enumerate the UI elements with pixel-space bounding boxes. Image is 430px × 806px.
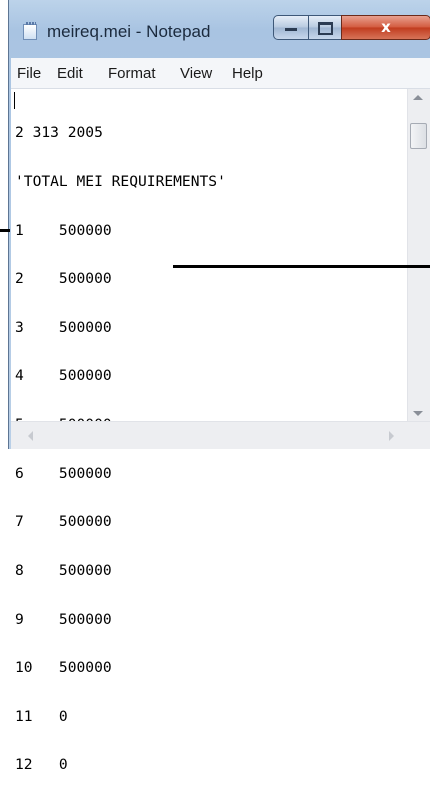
minimize-icon [285,28,297,31]
menu-format[interactable]: Format [108,65,156,82]
menu-file[interactable]: File [17,65,41,82]
menu-help[interactable]: Help [232,65,263,82]
document-line: 10 500000 [15,659,112,677]
document-line: 'TOTAL MEI REQUIREMENTS' [15,173,226,191]
document-line: 8 500000 [15,561,112,579]
document-line: 9 500000 [15,610,112,628]
callout-line-left [0,229,10,232]
document-text[interactable]: 2 313 2005 'TOTAL MEI REQUIREMENTS' 1 50… [15,93,226,806]
document-line: 2 313 2005 [15,124,103,142]
menu-view[interactable]: View [180,65,212,82]
vertical-scrollbar[interactable] [407,89,430,422]
maximize-button[interactable] [308,15,342,40]
document-line: 3 500000 [15,318,112,336]
document-line: 12 0 [15,756,68,774]
scroll-left-icon[interactable] [28,431,33,441]
maximize-icon [317,22,333,35]
document-line: 6 500000 [15,464,112,482]
close-button[interactable]: x [341,15,430,40]
callout-line-right [173,265,430,268]
text-editor[interactable]: 2 313 2005 'TOTAL MEI REQUIREMENTS' 1 50… [11,89,430,773]
document-line: 1 500000 [15,221,112,239]
document-line: 2 500000 [15,270,112,288]
scroll-down-icon[interactable] [413,411,423,416]
notepad-window: meireq.mei - Notepad x File Edit Format … [8,0,430,773]
document-line: 11 0 [15,707,68,725]
scroll-right-icon[interactable] [389,431,394,441]
close-icon: x [381,18,391,36]
horizontal-scrollbar[interactable] [11,421,430,449]
menu-bar: File Edit Format View Help [11,58,430,89]
menu-edit[interactable]: Edit [57,65,83,82]
window-controls: x [273,15,430,42]
window-title: meireq.mei - Notepad [47,22,211,41]
document-line: 4 500000 [15,367,112,385]
minimize-button[interactable] [273,15,309,40]
title-bar[interactable]: meireq.mei - Notepad x [9,0,430,58]
notepad-app-icon[interactable] [23,22,37,40]
scroll-up-icon[interactable] [413,95,423,100]
document-line: 7 500000 [15,513,112,531]
vertical-scroll-thumb[interactable] [410,123,427,149]
